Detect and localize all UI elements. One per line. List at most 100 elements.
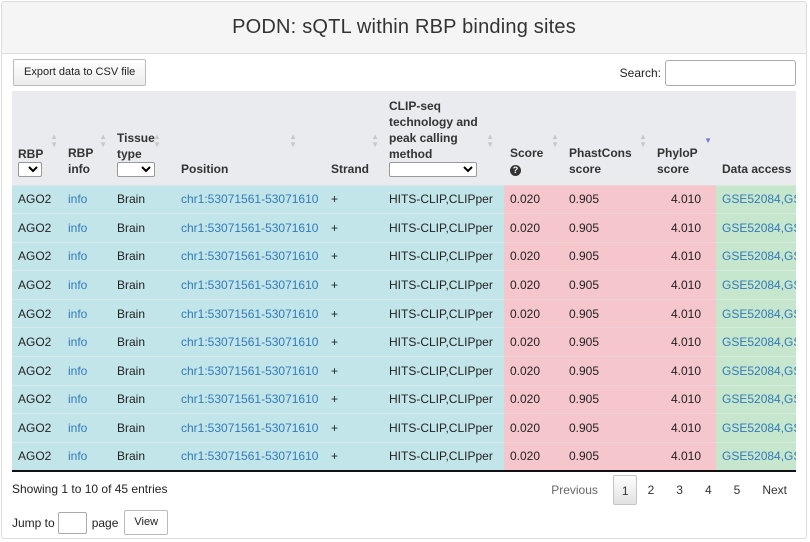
page-button-3[interactable]: 3 [665,475,694,505]
data-access-link[interactable]: GSE52084,GS [722,307,796,321]
phylop-column-cell: 4.010 [651,213,716,243]
rbp-info-link[interactable]: info [68,307,87,321]
data-access-link[interactable]: GSE52084,GS [722,421,796,435]
column-label: Data access [722,161,792,176]
sort-icon[interactable]: ▲ ▼ [371,133,379,149]
tissue-column-cell: Brain [111,241,175,271]
position-link[interactable]: chr1:53071561-53071610 [181,307,318,321]
page-button-2[interactable]: 2 [637,475,666,505]
jump-page-input[interactable] [57,511,87,534]
method-column-cell: HITS-CLIP,CLIPper [383,270,504,300]
view-button[interactable]: View [124,510,169,535]
rbp-info-link[interactable]: info [68,449,87,463]
phylop-cell: 4.010 [671,363,702,378]
phylop-cell: 4.010 [671,220,702,235]
score-cell: 0.020 [510,306,541,321]
phastcons-cell: 0.905 [569,192,600,207]
position-link[interactable]: chr1:53071561-53071610 [181,335,318,349]
position-link[interactable]: chr1:53071561-53071610 [181,449,318,463]
rbp-info-link[interactable]: info [68,192,87,206]
access-column-cell: GSE52084,GS [716,384,796,414]
rbp-info-link[interactable]: info [68,249,87,263]
column-header-phastcons[interactable]: ▲ ▼ PhastCons score [563,91,651,185]
position-link[interactable]: chr1:53071561-53071610 [181,421,318,435]
rbp-filter-select[interactable] [18,161,42,177]
sort-icon[interactable]: ▲ ▼ [99,133,107,149]
clip-method-cell: HITS-CLIP,CLIPper [389,306,493,321]
position-column-cell: chr1:53071561-53071610 [175,213,325,243]
data-access-link[interactable]: GSE52084,GS [722,335,796,349]
position-link[interactable]: chr1:53071561-53071610 [181,249,318,263]
method-column-cell: HITS-CLIP,CLIPper [383,298,504,328]
info-column-cell: info [62,441,111,472]
column-label: CLIP-seq technology and peak calling met… [389,98,478,161]
data-access-link[interactable]: GSE52084,GS [722,392,796,406]
sort-descending-icon[interactable]: ▼ [704,137,712,145]
phastcons-column-cell: 0.905 [563,327,651,357]
page-button-1[interactable]: 1 [612,475,637,505]
sort-icon[interactable]: ▲ ▼ [486,133,494,149]
next-page-button[interactable]: Next [751,475,798,505]
rbp-column-cell: AGO2 [12,413,62,443]
data-access-link[interactable]: GSE52084,GS [722,221,796,235]
rbp-column-cell: AGO2 [12,441,62,472]
clip-method-cell: HITS-CLIP,CLIPper [389,421,493,436]
tissue-column-cell: Brain [111,384,175,414]
tissue-filter-select[interactable] [117,161,155,177]
table-row: AGO2 info Brain chr1:53071561-53071610 + HITS… [12,441,796,472]
data-access-link[interactable]: GSE52084,GS [722,364,796,378]
sort-icon[interactable]: ▲ ▼ [551,133,559,149]
clip-method-cell: HITS-CLIP,CLIPper [389,449,493,464]
column-header-phylop[interactable]: ▼ PhyloP score [651,91,716,185]
sort-icon[interactable]: ▲ ▼ [153,133,161,149]
sort-icon[interactable]: ▲ ▼ [50,133,58,149]
rbp-info-link[interactable]: info [68,392,87,406]
rbp-column-cell: AGO2 [12,298,62,328]
table-row: AGO2 info Brain chr1:53071561-53071610 + HITS… [12,270,796,300]
position-link[interactable]: chr1:53071561-53071610 [181,192,318,206]
data-access-link[interactable]: GSE52084,GS [722,278,796,292]
sort-icon[interactable]: ▲ ▼ [639,133,647,149]
rbp-info-link[interactable]: info [68,278,87,292]
access-column-cell: GSE52084,GS [716,298,796,328]
position-link[interactable]: chr1:53071561-53071610 [181,278,318,292]
rbp-info-link[interactable]: info [68,221,87,235]
page-button-5[interactable]: 5 [723,475,752,505]
access-column-cell: GSE52084,GS [716,184,796,214]
column-header-tissue-type[interactable]: ▲ ▼ Tissue type [111,91,175,185]
page-button-4[interactable]: 4 [694,475,723,505]
phastcons-column-cell: 0.905 [563,241,651,271]
question-circle-icon[interactable]: ? [510,164,521,176]
data-access-link[interactable]: GSE52084,GS [722,192,796,206]
column-header-strand[interactable]: ▲ ▼ Strand [325,91,383,185]
column-header-rbp-info[interactable]: ▲ ▼ RBP info [62,91,111,185]
export-csv-button[interactable]: Export data to CSV file [13,59,147,86]
data-access-link[interactable]: GSE52084,GS [722,449,796,463]
tissue-cell: Brain [117,335,146,350]
rbp-info-link[interactable]: info [68,335,87,349]
search-input[interactable] [665,60,796,86]
rbp-info-link[interactable]: info [68,364,87,378]
column-header-position[interactable]: ▲ ▼ Position [175,91,325,185]
column-header-clip-method[interactable]: ▲ ▼ CLIP-seq technology and peak calling … [383,91,504,185]
column-header-score[interactable]: ▲ ▼ Score ? [504,91,563,185]
clip-method-filter-select[interactable] [389,161,477,177]
access-column-cell: GSE52084,GS [716,441,796,472]
table-info: Showing 1 to 10 of 45 entries [12,482,168,496]
access-column-cell: GSE52084,GS [716,327,796,357]
info-column-cell: info [62,184,111,214]
position-link[interactable]: chr1:53071561-53071610 [181,364,318,378]
sort-icon[interactable]: ▲ ▼ [289,133,297,149]
tissue-cell: Brain [117,421,146,436]
method-column-cell: HITS-CLIP,CLIPper [383,213,504,243]
column-header-rbp[interactable]: ▲ ▼ RBP [12,91,62,185]
previous-page-button[interactable]: Previous [540,475,609,505]
rbp-info-link[interactable]: info [68,421,87,435]
phylop-column-cell: 4.010 [651,413,716,443]
data-access-link[interactable]: GSE52084,GS [722,249,796,263]
access-column-cell: GSE52084,GS [716,270,796,300]
position-link[interactable]: chr1:53071561-53071610 [181,221,318,235]
position-link[interactable]: chr1:53071561-53071610 [181,392,318,406]
phylop-cell: 4.010 [671,335,702,350]
phastcons-column-cell: 0.905 [563,441,651,472]
